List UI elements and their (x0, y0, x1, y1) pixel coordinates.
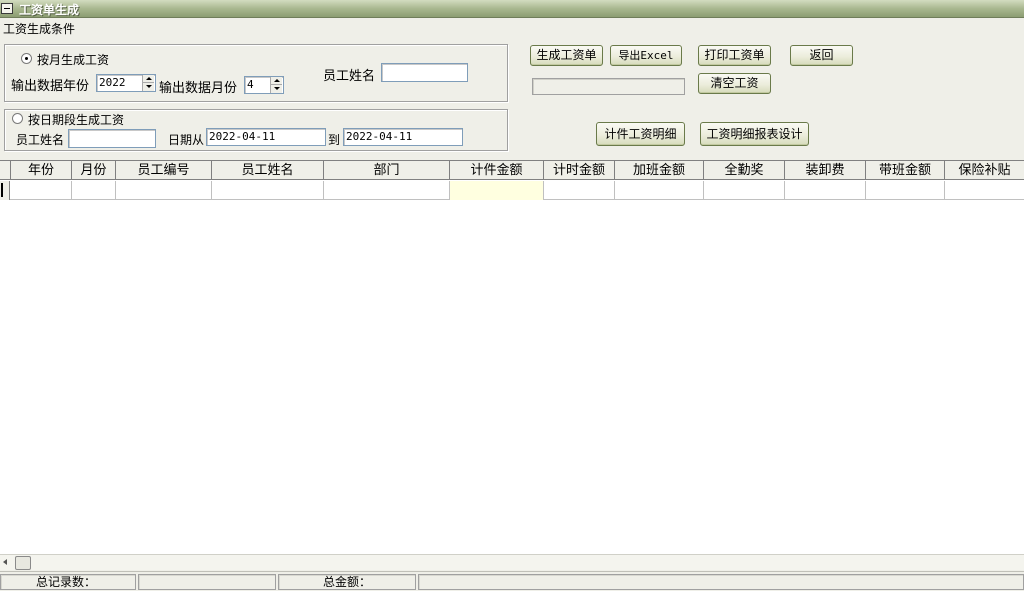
date-from-label: 日期从 (168, 133, 205, 147)
column-header-year[interactable]: 年份 (11, 161, 72, 180)
column-header-handling-fee[interactable]: 装卸费 (785, 161, 866, 180)
cell-year[interactable] (11, 181, 72, 200)
cell-employee-id[interactable] (116, 181, 212, 200)
cell-department[interactable] (324, 181, 450, 200)
piece-wage-detail-button[interactable]: 计件工资明细 (596, 122, 685, 146)
year-spinner[interactable]: 2022 (96, 74, 156, 92)
month-employee-input[interactable] (381, 63, 468, 82)
cell-insurance-subsidy[interactable] (945, 181, 1024, 200)
month-label: 输出数据月份 (159, 81, 238, 96)
cell-overtime-amount[interactable] (615, 181, 704, 200)
column-header-piece-amount[interactable]: 计件金额 (450, 161, 544, 180)
grid-header: 年份 月份 员工编号 员工姓名 部门 计件金额 计时金额 加班金额 全勤奖 装卸… (0, 161, 1024, 180)
total-amount-label: 总金额： (278, 574, 416, 590)
by-date-radio[interactable] (12, 113, 23, 124)
cell-hourly-amount[interactable] (544, 181, 615, 200)
column-header-month[interactable]: 月份 (72, 161, 116, 180)
column-header-employee-name[interactable]: 员工姓名 (212, 161, 324, 180)
back-button[interactable]: 返回 (790, 45, 853, 66)
column-header-shift-lead-amount[interactable]: 带班金额 (866, 161, 945, 180)
clear-payroll-button[interactable]: 清空工资 (698, 73, 771, 94)
column-header-insurance-subsidy[interactable]: 保险补贴 (945, 161, 1024, 180)
date-to-label: 到 (328, 133, 341, 147)
row-indicator (0, 181, 10, 200)
date-employee-input[interactable] (68, 129, 156, 148)
export-excel-button[interactable]: 导出Excel (610, 45, 682, 66)
conditions-group-label: 工资生成条件 (2, 20, 77, 37)
window-title: 工资单生成 (19, 3, 80, 17)
month-value: 4 (247, 78, 254, 91)
month-increment-icon[interactable] (271, 77, 282, 85)
month-spin-buttons (270, 77, 282, 93)
status-bar: 总记录数： 总金额： (0, 571, 1024, 591)
progress-bar (532, 78, 685, 95)
cell-employee-name[interactable] (212, 181, 324, 200)
collapse-icon[interactable] (1, 3, 13, 14)
title-bar: 工资单生成 (0, 0, 1024, 18)
table-row[interactable] (0, 181, 1024, 200)
by-month-radio-label: 按月生成工资 (37, 53, 110, 67)
column-header-attendance-bonus[interactable]: 全勤奖 (704, 161, 785, 180)
cell-handling-fee[interactable] (785, 181, 866, 200)
scroll-left-icon[interactable] (2, 558, 10, 568)
year-increment-icon[interactable] (143, 75, 154, 83)
cell-attendance-bonus[interactable] (704, 181, 785, 200)
month-employee-label: 员工姓名 (323, 69, 376, 84)
scroll-thumb[interactable] (15, 556, 31, 570)
column-header-overtime-amount[interactable]: 加班金额 (615, 161, 704, 180)
year-decrement-icon[interactable] (143, 83, 154, 91)
total-records-value (138, 574, 276, 590)
month-spinner[interactable]: 4 (244, 76, 284, 94)
payroll-grid[interactable]: 年份 月份 员工编号 员工姓名 部门 计件金额 计时金额 加班金额 全勤奖 装卸… (0, 160, 1024, 554)
cell-month[interactable] (72, 181, 116, 200)
print-payslip-button[interactable]: 打印工资单 (698, 45, 771, 66)
horizontal-scrollbar[interactable] (0, 554, 1024, 570)
by-date-radio-label: 按日期段生成工资 (28, 113, 125, 127)
generate-payslip-button[interactable]: 生成工资单 (530, 45, 603, 66)
cell-piece-amount[interactable] (450, 181, 544, 200)
column-header-employee-id[interactable]: 员工编号 (116, 161, 212, 180)
cell-shift-lead-amount[interactable] (866, 181, 945, 200)
month-decrement-icon[interactable] (271, 85, 282, 93)
by-month-radio[interactable] (21, 53, 32, 64)
header-corner (0, 161, 11, 180)
column-header-hourly-amount[interactable]: 计时金额 (544, 161, 615, 180)
year-label: 输出数据年份 (11, 79, 90, 94)
total-amount-value (418, 574, 1024, 590)
wage-detail-report-design-button[interactable]: 工资明细报表设计 (700, 122, 809, 146)
column-header-department[interactable]: 部门 (324, 161, 450, 180)
date-employee-label: 员工姓名 (16, 133, 65, 147)
date-to-input[interactable]: 2022-04-11 (343, 128, 463, 146)
total-records-label: 总记录数： (0, 574, 136, 590)
date-from-input[interactable]: 2022-04-11 (206, 128, 326, 146)
year-spin-buttons (142, 75, 154, 91)
year-value: 2022 (99, 76, 126, 89)
